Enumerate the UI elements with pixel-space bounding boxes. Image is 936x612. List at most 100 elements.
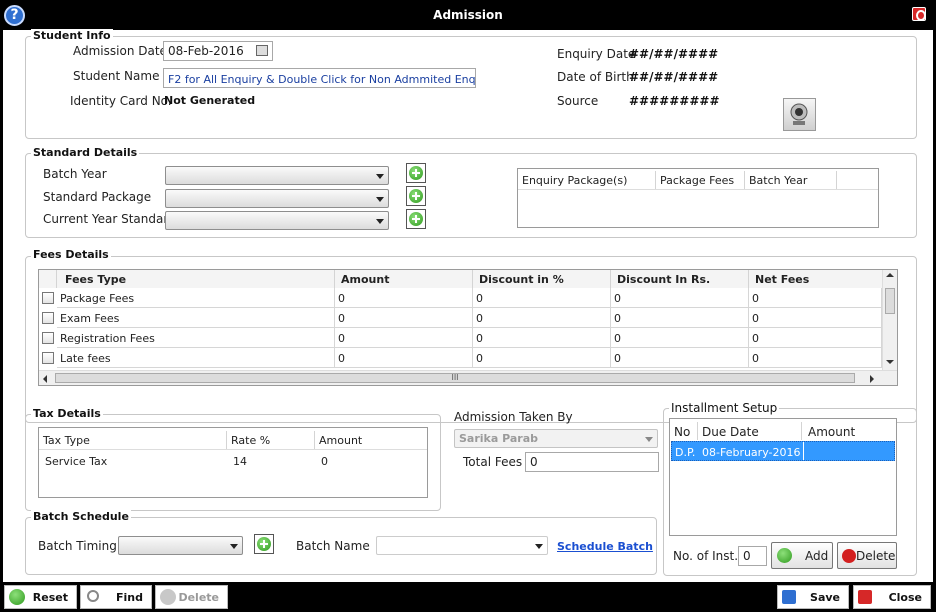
fees-value-cell[interactable]: 0 <box>611 328 749 348</box>
admission-taken-by-select[interactable]: Sarika Parab <box>454 429 658 448</box>
add-batch-timing-button[interactable] <box>254 534 274 554</box>
fees-value-cell[interactable]: 0 <box>335 308 473 328</box>
scroll-right-icon[interactable] <box>870 375 874 383</box>
admission-date-picker[interactable]: 08-Feb-2016 <box>163 41 273 61</box>
row-checkbox[interactable] <box>42 312 54 324</box>
fees-value-cell[interactable]: 0 <box>473 328 611 348</box>
current-year-standard-select[interactable] <box>165 211 389 230</box>
tax-grid[interactable]: Tax Type Rate % Amount Service Tax 14 0 <box>38 427 428 498</box>
fees-value-cell[interactable]: 0 <box>335 288 473 308</box>
close-button[interactable]: Close <box>853 585 931 609</box>
grid-header: Discount in % <box>473 270 611 288</box>
grid-header: Enquiry Package(s) <box>518 171 656 189</box>
horizontal-scrollbar[interactable]: III <box>39 370 897 385</box>
enquiry-package-grid[interactable]: Enquiry Package(s) Package Fees Batch Ye… <box>517 168 879 228</box>
webcam-icon <box>790 103 808 125</box>
delete-label: Delete <box>856 549 896 563</box>
calendar-icon[interactable] <box>256 45 268 56</box>
webcam-button[interactable] <box>783 98 816 131</box>
delete-installment-button[interactable]: Delete <box>837 542 897 569</box>
batch-name-label: Batch Name <box>296 539 370 553</box>
save-button[interactable]: Save <box>777 585 849 609</box>
chevron-down-icon <box>376 219 384 224</box>
fees-type-cell: Exam Fees <box>57 308 335 328</box>
find-label: Find <box>116 591 143 604</box>
add-installment-button[interactable]: Add <box>771 542 833 569</box>
scroll-down-icon[interactable] <box>886 360 894 364</box>
enquiry-date-value: ##/##/#### <box>629 47 719 61</box>
scroll-thumb[interactable] <box>885 288 895 314</box>
delete-icon <box>842 549 856 563</box>
batch-timing-select[interactable] <box>118 536 243 555</box>
add-label: Add <box>805 549 829 563</box>
dob-label: Date of Birth <box>557 70 634 84</box>
admission-date-label: Admission Date <box>73 44 167 58</box>
fees-value-cell[interactable]: 0 <box>611 308 749 328</box>
student-name-input[interactable]: F2 for All Enquiry & Double Click for No… <box>163 68 476 88</box>
no-of-inst-label: No. of Inst. <box>673 549 739 563</box>
grid-header: Amount <box>335 270 473 288</box>
grid-header: Net Fees <box>749 270 883 288</box>
add-batch-year-button[interactable] <box>406 163 426 183</box>
fees-value-cell[interactable]: 0 <box>335 328 473 348</box>
installment-no-cell: D.P. <box>675 446 696 459</box>
row-checkbox[interactable] <box>42 292 54 304</box>
admission-window: ? Admission Student Info Admission Date … <box>0 0 936 612</box>
tax-details-title: Tax Details <box>31 407 103 420</box>
plus-icon <box>409 166 423 180</box>
installment-title: Installment Setup <box>669 401 780 415</box>
scroll-left-icon[interactable] <box>43 375 47 383</box>
power-close-icon[interactable] <box>912 7 926 21</box>
grid-header: Discount In Rs. <box>611 270 749 288</box>
reset-button[interactable]: Reset <box>4 585 77 609</box>
schedule-batch-link[interactable]: Schedule Batch <box>557 540 653 553</box>
total-fees-input[interactable]: 0 <box>525 452 659 472</box>
fees-value-cell[interactable]: 0 <box>749 348 882 368</box>
scroll-up-icon[interactable] <box>886 273 894 277</box>
id-card-value: Not Generated <box>164 94 256 107</box>
grid-divider <box>518 189 878 190</box>
grid-header: Package Fees <box>656 171 745 189</box>
batch-name-select[interactable] <box>376 536 548 555</box>
chevron-down-icon <box>535 544 543 549</box>
student-name-label: Student Name <box>73 69 160 83</box>
delete-button[interactable]: Delete <box>155 585 228 609</box>
fees-value-cell[interactable]: 0 <box>473 308 611 328</box>
batch-year-select[interactable] <box>165 166 389 185</box>
fees-value-cell[interactable]: 0 <box>473 288 611 308</box>
grid-header: Tax Type <box>39 431 227 449</box>
add-standard-package-button[interactable] <box>406 186 426 206</box>
vertical-scrollbar[interactable] <box>882 270 897 370</box>
fees-value-cell[interactable]: 0 <box>335 348 473 368</box>
row-checkbox[interactable] <box>42 332 54 344</box>
delete-label: Delete <box>178 591 219 604</box>
standard-package-select[interactable] <box>165 189 389 208</box>
find-button[interactable]: Find <box>80 585 152 609</box>
row-checkbox[interactable] <box>42 352 54 364</box>
table-row[interactable]: D.P. 08-February-2016 <box>671 441 895 461</box>
title-bar: ? Admission <box>0 0 936 30</box>
standard-details-title: Standard Details <box>31 146 140 159</box>
installment-grid[interactable]: No Due Date Amount D.P. 08-February-2016 <box>669 418 897 536</box>
scroll-h-thumb[interactable]: III <box>55 373 855 383</box>
fees-grid[interactable]: Fees Type Amount Discount in % Discount … <box>38 269 898 386</box>
footer-toolbar: Reset Find Delete Save Close <box>0 582 936 612</box>
fees-value-cell[interactable]: 0 <box>749 288 882 308</box>
enquiry-date-label: Enquiry Date <box>557 47 636 61</box>
grid-header: Due Date <box>698 422 802 440</box>
fees-value-cell[interactable]: 0 <box>611 288 749 308</box>
fees-value-cell[interactable]: 0 <box>749 328 882 348</box>
plus-icon <box>257 537 271 551</box>
form-body: Student Info Admission Date 08-Feb-2016 … <box>3 29 933 582</box>
chevron-down-icon <box>645 437 653 442</box>
fees-value-cell[interactable]: 0 <box>611 348 749 368</box>
fees-value-cell[interactable]: 0 <box>473 348 611 368</box>
grid-header: Fees Type <box>57 270 335 288</box>
no-of-inst-input[interactable]: 0 <box>738 546 767 566</box>
reset-label: Reset <box>32 591 68 604</box>
chevron-down-icon <box>230 544 238 549</box>
grid-header: Amount <box>802 422 896 440</box>
fees-value-cell[interactable]: 0 <box>749 308 882 328</box>
add-current-year-standard-button[interactable] <box>406 209 426 229</box>
fees-type-cell: Package Fees <box>57 288 335 308</box>
